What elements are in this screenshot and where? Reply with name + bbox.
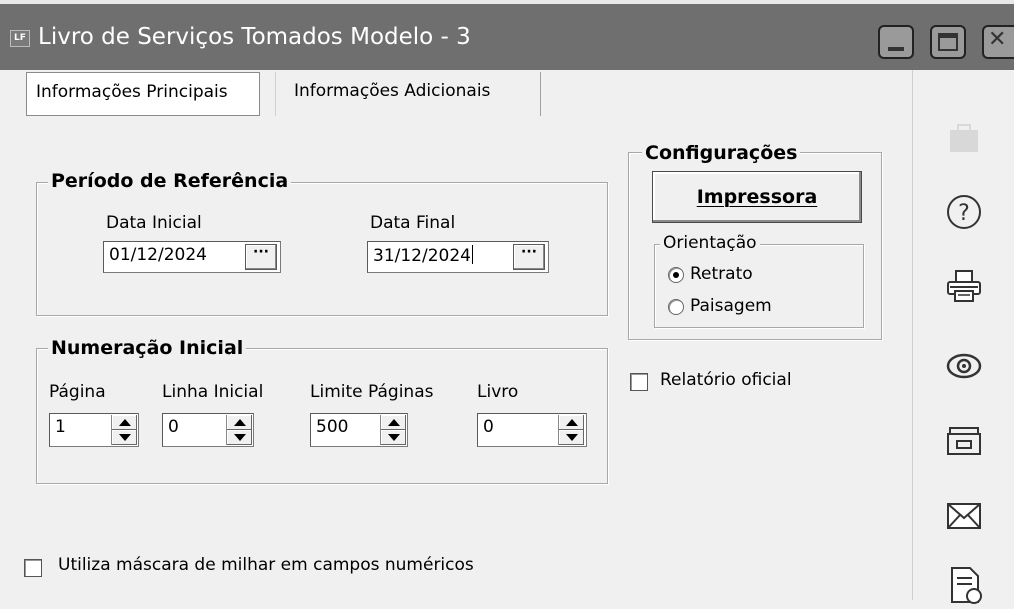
arrow-down-icon bbox=[234, 434, 246, 441]
data-inicial-value: 01/12/2024 bbox=[109, 245, 207, 265]
paisagem-option[interactable]: Paisagem bbox=[668, 296, 818, 320]
retrato-option[interactable]: Retrato bbox=[668, 264, 818, 288]
minimize-icon bbox=[888, 47, 904, 51]
arrow-up-icon bbox=[388, 419, 400, 426]
close-button[interactable]: ✕ bbox=[982, 25, 1014, 59]
livro-spin-buttons[interactable] bbox=[558, 415, 584, 445]
text-caret bbox=[471, 245, 473, 264]
data-final-value: 31/12/2024 bbox=[373, 246, 471, 266]
export-icon[interactable] bbox=[944, 420, 984, 460]
orientacao-legend: Orientação bbox=[660, 233, 760, 253]
linha-inicial-down-button[interactable] bbox=[227, 430, 252, 445]
configuracoes-legend: Configurações bbox=[642, 142, 801, 164]
pagina-value: 1 bbox=[55, 417, 66, 437]
limite-paginas-spin-buttons[interactable] bbox=[380, 415, 406, 445]
arrow-up-icon bbox=[119, 419, 131, 426]
numeracao-legend: Numeração Inicial bbox=[48, 337, 247, 359]
livro-label: Livro bbox=[477, 382, 519, 402]
limite-paginas-value: 500 bbox=[316, 417, 349, 437]
data-final-picker-button[interactable]: ··· bbox=[513, 244, 545, 270]
pagina-spin-buttons[interactable] bbox=[111, 415, 137, 445]
data-inicial-picker-button[interactable]: ··· bbox=[245, 244, 277, 270]
paisagem-radio[interactable] bbox=[668, 299, 684, 315]
briefcase-icon bbox=[944, 118, 984, 158]
mascara-milhar-option[interactable]: Utiliza máscara de milhar em campos numé… bbox=[24, 555, 524, 581]
paisagem-label: Paisagem bbox=[690, 296, 772, 316]
pagina-up-button[interactable] bbox=[112, 415, 137, 430]
data-final-label: Data Final bbox=[370, 213, 456, 233]
arrow-up-icon bbox=[566, 419, 578, 426]
impressora-label: Impressora bbox=[696, 186, 818, 208]
livro-up-button[interactable] bbox=[559, 415, 584, 430]
limite-paginas-down-button[interactable] bbox=[381, 430, 406, 445]
preview-icon[interactable] bbox=[944, 346, 984, 386]
mascara-milhar-label: Utiliza máscara de milhar em campos numé… bbox=[58, 555, 474, 575]
retrato-radio[interactable] bbox=[668, 267, 684, 283]
help-icon[interactable]: ? bbox=[944, 192, 984, 232]
mascara-milhar-checkbox[interactable] bbox=[24, 559, 42, 577]
arrow-down-icon bbox=[566, 434, 578, 441]
linha-inicial-spin-buttons[interactable] bbox=[226, 415, 252, 445]
maximize-button[interactable] bbox=[930, 25, 966, 59]
svg-text:?: ? bbox=[958, 201, 970, 226]
arrow-down-icon bbox=[119, 434, 131, 441]
maximize-icon bbox=[938, 33, 958, 51]
relatorio-oficial-checkbox[interactable] bbox=[630, 373, 648, 391]
pagina-label: Página bbox=[49, 382, 106, 402]
relatorio-oficial-option[interactable]: Relatório oficial bbox=[630, 370, 830, 396]
close-icon: ✕ bbox=[988, 27, 1007, 52]
limite-paginas-up-button[interactable] bbox=[381, 415, 406, 430]
retrato-label: Retrato bbox=[690, 264, 753, 284]
email-icon[interactable] bbox=[944, 496, 984, 536]
arrow-up-icon bbox=[234, 419, 246, 426]
tab-informacoes-adicionais[interactable]: Informações Adicionais bbox=[275, 72, 541, 116]
linha-inicial-label: Linha Inicial bbox=[162, 382, 264, 402]
document-icon[interactable] bbox=[946, 564, 986, 604]
print-icon[interactable] bbox=[944, 266, 984, 306]
periodo-legend: Período de Referência bbox=[48, 170, 292, 192]
window-title: Livro de Serviços Tomados Modelo - 3 bbox=[38, 24, 471, 50]
tab-informacoes-principais[interactable]: Informações Principais bbox=[26, 72, 260, 116]
data-inicial-label: Data Inicial bbox=[106, 213, 202, 233]
limite-paginas-label: Limite Páginas bbox=[310, 382, 434, 402]
livro-down-button[interactable] bbox=[559, 430, 584, 445]
livro-value: 0 bbox=[483, 417, 494, 437]
linha-inicial-up-button[interactable] bbox=[227, 415, 252, 430]
arrow-down-icon bbox=[388, 434, 400, 441]
impressora-button[interactable]: Impressora bbox=[652, 171, 862, 223]
relatorio-oficial-label: Relatório oficial bbox=[660, 370, 792, 390]
linha-inicial-value: 0 bbox=[168, 417, 179, 437]
pagina-down-button[interactable] bbox=[112, 430, 137, 445]
minimize-button[interactable] bbox=[878, 25, 914, 59]
app-icon: LF bbox=[10, 30, 30, 47]
